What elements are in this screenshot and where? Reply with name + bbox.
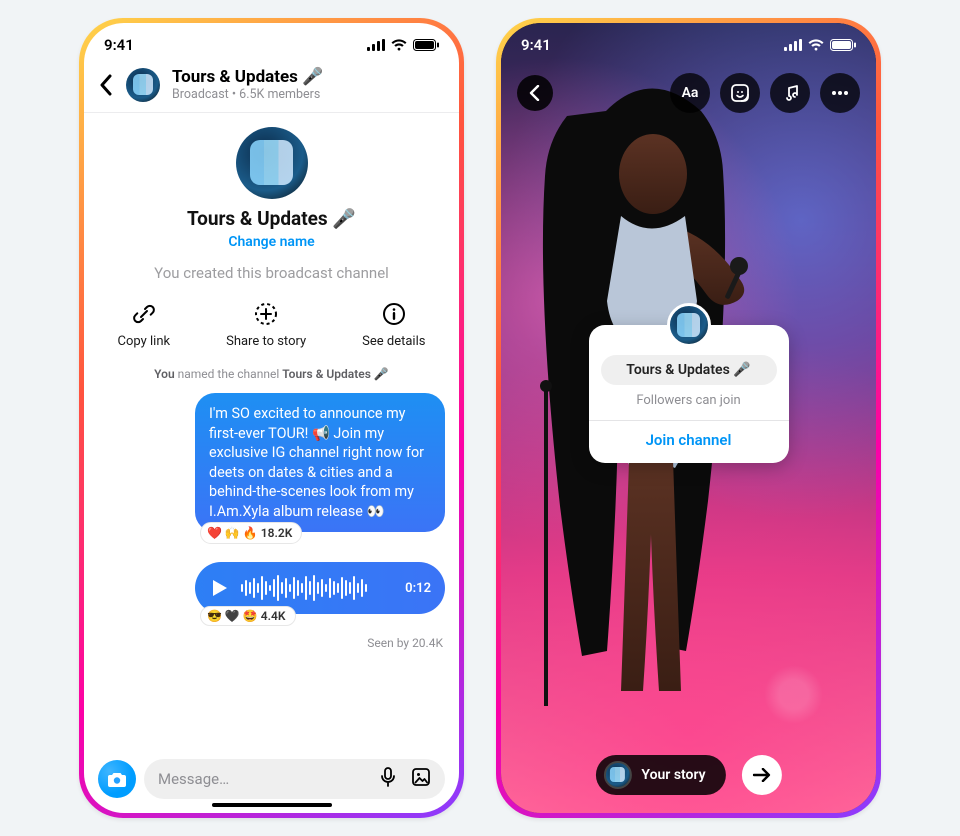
channel-title[interactable]: Tours & Updates 🎤 — [172, 67, 323, 87]
status-bar: 9:41 — [84, 23, 459, 67]
cellular-icon — [784, 39, 802, 51]
add-story-icon — [252, 300, 280, 328]
channel-subtitle: Broadcast • 6.5K members — [172, 87, 323, 102]
mic-button[interactable] — [379, 767, 397, 791]
sticker-subtitle: Followers can join — [601, 393, 777, 408]
status-time: 9:41 — [521, 36, 551, 54]
share-story-label: Share to story — [226, 334, 306, 349]
story-background[interactable]: 9:41 Aa — [501, 23, 876, 813]
status-bar: 9:41 — [501, 23, 876, 67]
your-story-pill[interactable]: Your story — [595, 755, 725, 795]
status-time: 9:41 — [104, 36, 134, 54]
status-icons — [784, 39, 856, 51]
your-story-avatar — [603, 761, 631, 789]
your-story-label: Your story — [641, 767, 705, 783]
story-back-button[interactable] — [517, 75, 553, 111]
more-options-button[interactable] — [820, 73, 860, 113]
channel-name-large: Tours & Updates 🎤 — [84, 207, 459, 230]
sticker-title: Tours & Updates 🎤 — [601, 355, 777, 385]
divider — [84, 112, 459, 113]
next-button[interactable] — [742, 755, 782, 795]
home-indicator — [212, 803, 332, 807]
share-story-action[interactable]: Share to story — [226, 300, 306, 349]
channel-avatar-small[interactable] — [126, 68, 160, 102]
back-button[interactable] — [98, 74, 114, 96]
status-icons — [367, 39, 439, 51]
image-button[interactable] — [411, 767, 431, 791]
message-placeholder: Message… — [158, 770, 229, 788]
wifi-icon — [808, 39, 824, 51]
link-icon — [130, 300, 158, 328]
message-text: I'm SO excited to announce my first-ever… — [209, 405, 424, 519]
voice-reactions[interactable]: 😎 🖤 🤩 4.4K — [200, 606, 296, 626]
channel-share-sticker[interactable]: Tours & Updates 🎤 Followers can join Joi… — [589, 325, 789, 463]
channel-avatar-large[interactable] — [236, 127, 308, 199]
battery-icon — [413, 39, 439, 51]
text-tool-button[interactable]: Aa — [670, 73, 710, 113]
sticker-tool-button[interactable] — [720, 73, 760, 113]
change-name-link[interactable]: Change name — [84, 234, 459, 250]
camera-button[interactable] — [98, 760, 136, 798]
play-button[interactable] — [209, 577, 231, 599]
created-caption: You created this broadcast channel — [84, 264, 459, 282]
chat-header: Tours & Updates 🎤 Broadcast • 6.5K membe… — [84, 67, 459, 112]
see-details-label: See details — [362, 334, 425, 349]
wifi-icon — [391, 39, 407, 51]
phone-broadcast: 9:41 Tours & Updates 🎤 Broadcast • 6.5K … — [79, 18, 464, 818]
copy-link-action[interactable]: Copy link — [118, 300, 171, 349]
info-icon — [380, 300, 408, 328]
cellular-icon — [367, 39, 385, 51]
see-details-action[interactable]: See details — [362, 300, 425, 349]
battery-icon — [830, 39, 856, 51]
join-channel-button[interactable]: Join channel — [601, 431, 777, 449]
message-reactions[interactable]: ❤️ 🙌 🔥 18.2K — [200, 522, 302, 544]
phone-story: 9:41 Aa — [496, 18, 881, 818]
sticker-avatar — [667, 303, 711, 347]
waveform — [241, 575, 395, 601]
voice-bubble[interactable]: 0:12 😎 🖤 🤩 4.4K — [195, 562, 445, 614]
system-message: You named the channel Tours & Updates 🎤 — [84, 367, 459, 381]
voice-duration: 0:12 — [405, 581, 431, 596]
divider — [589, 420, 789, 421]
message-input[interactable]: Message… — [144, 759, 445, 799]
message-bubble[interactable]: I'm SO excited to announce my first-ever… — [195, 393, 445, 532]
music-tool-button[interactable] — [770, 73, 810, 113]
copy-link-label: Copy link — [118, 334, 171, 349]
